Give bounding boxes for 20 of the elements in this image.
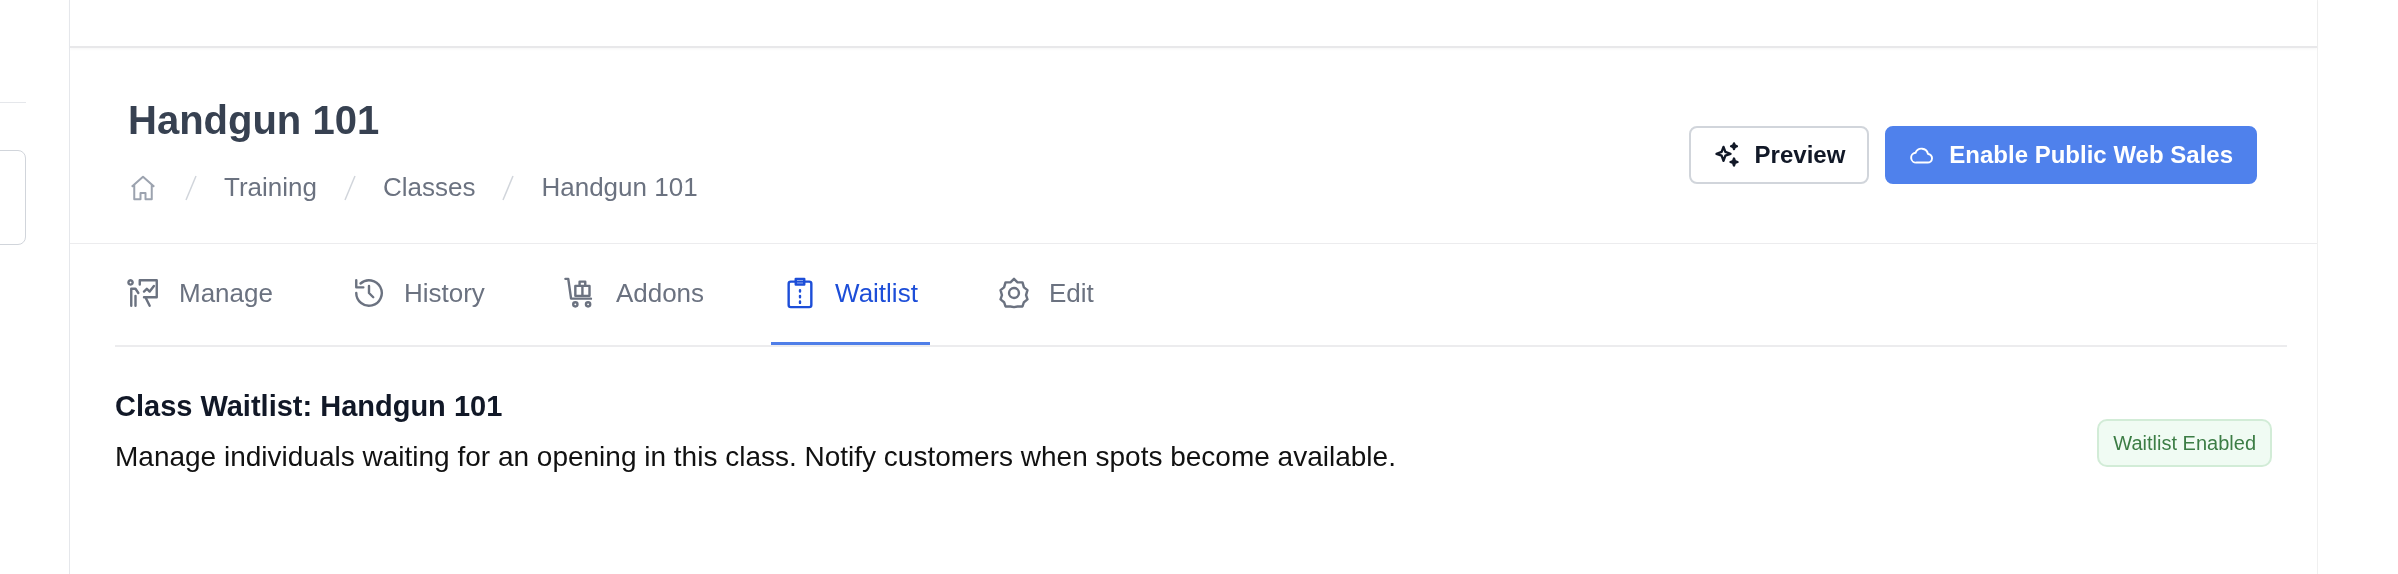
breadcrumb-link[interactable]: Handgun 101 [541,168,698,207]
breadcrumb-link[interactable]: Training [224,168,317,207]
presentation-icon [127,276,161,310]
tab[interactable]: Addons [551,244,717,345]
sparkle-icon [1712,141,1741,169]
enable-sales-button[interactable]: Enable Public Web Sales [1885,126,2257,184]
tab[interactable]: Manage [115,244,285,345]
gear-icon [996,276,1031,310]
separator-icon [184,173,198,202]
tab[interactable]: Waitlist [771,244,930,345]
separator-icon [342,173,357,202]
separator-icon [501,173,516,202]
tab[interactable]: Edit [984,244,1106,345]
status-badge: Waitlist Enabled [2097,419,2272,467]
page-title: Handgun 101 [128,97,381,144]
preview-button[interactable]: Preview [1688,126,1870,184]
breadcrumb-link[interactable]: Classes [382,168,476,207]
tab[interactable]: History [339,244,497,345]
section-title: Class Waitlist: Handgun 101 [115,389,504,424]
section-description: Manage individuals waiting for an opening in this class. Notify customers when spots become available. [115,439,1396,474]
